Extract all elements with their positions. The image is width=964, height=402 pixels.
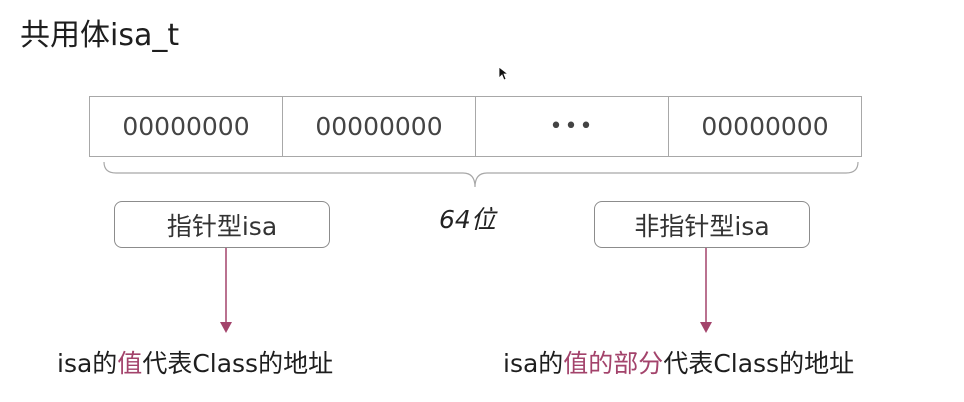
caption-suffix: 代表Class的地址 — [663, 349, 855, 378]
left-arrow-head — [220, 322, 232, 333]
bit-count-label: 64位 — [439, 205, 496, 234]
non-pointer-isa-tag: 非指针型isa — [594, 201, 810, 248]
non-pointer-isa-caption: isa的值的部分代表Class的地址 — [503, 344, 854, 380]
pointer-isa-caption: isa的值代表Class的地址 — [57, 344, 333, 380]
bit-brace — [103, 161, 859, 188]
caption-highlight: 值 — [117, 349, 143, 378]
caption-prefix: isa的 — [57, 349, 118, 378]
right-arrow-head — [700, 322, 712, 333]
mouse-cursor-icon — [498, 66, 510, 81]
pointer-isa-tag: 指针型isa — [114, 201, 330, 248]
caption-highlight: 值的部分 — [563, 349, 664, 378]
caption-suffix: 代表Class的地址 — [142, 349, 334, 378]
caption-prefix: isa的 — [503, 349, 564, 378]
